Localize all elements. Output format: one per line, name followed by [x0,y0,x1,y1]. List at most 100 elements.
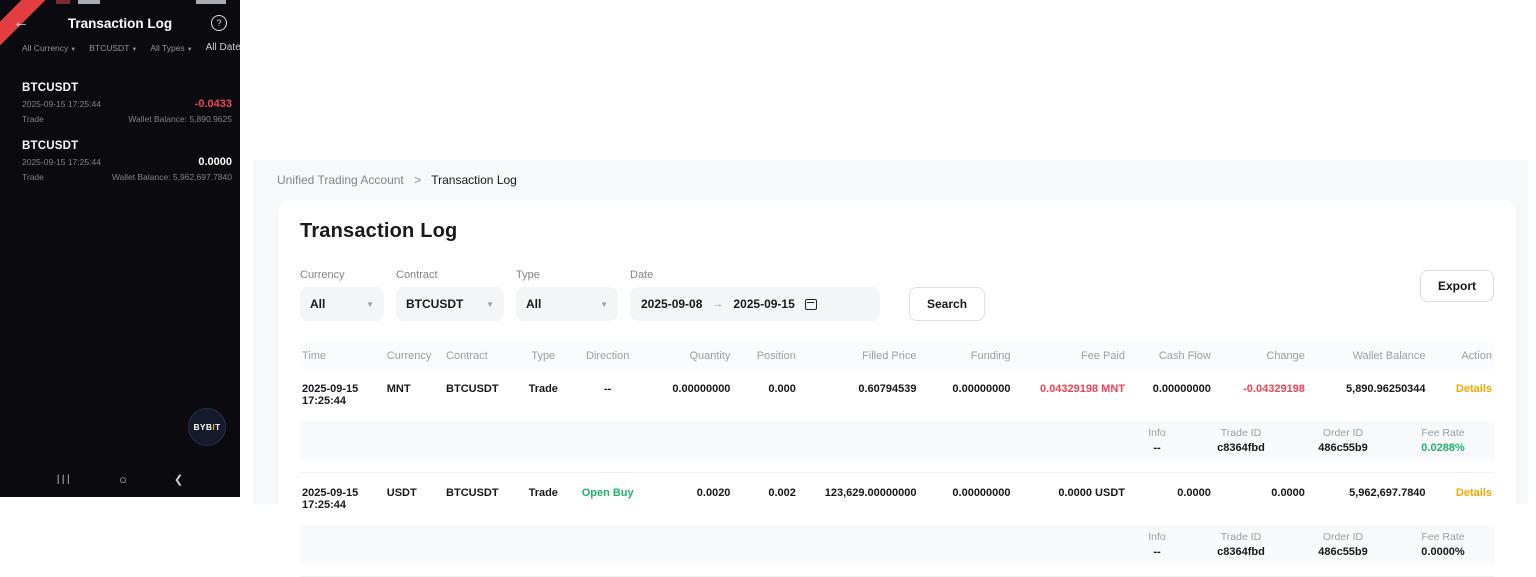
date-end[interactable]: 2025-09-15 [733,297,794,311]
type-filter-group: Type All ▼ [516,269,618,321]
col-direction[interactable]: Direction [570,343,646,369]
cell-contract: BTCUSDT [441,369,517,411]
entry-symbol: BTCUSDT [22,82,232,94]
entry-type: Trade [22,114,44,124]
table-detail-row: Info -- Trade ID c8364fbd Order ID 486c5… [300,515,1494,577]
currency-label: Currency [300,269,384,281]
bybit-floating-badge[interactable]: BYBIT [188,408,226,446]
col-change[interactable]: Change [1216,343,1310,369]
col-currency[interactable]: Currency [382,343,441,369]
table-row: 2025-09-15 17:25:44 MNT BTCUSDT Trade --… [300,369,1494,411]
cell-filled-price: 0.60794539 [801,369,922,411]
cell-funding: 0.00000000 [921,369,1015,411]
col-wallet-balance[interactable]: Wallet Balance [1310,343,1431,369]
contract-filter-group: Contract BTCUSDT ▼ [396,269,504,321]
transaction-table: Time Currency Contract Type Direction Qu… [300,343,1494,577]
filter-all-dates[interactable]: All Dates▼ [206,42,240,53]
filter-all-currency[interactable]: All Currency▼ [22,43,76,53]
detail-trade-id: Trade ID c8364fbd [1190,531,1292,558]
chevron-down-icon: ▼ [70,47,76,53]
col-time[interactable]: Time [300,343,382,369]
type-label: Type [516,269,618,281]
mobile-filter-bar: All Currency▼ BTCUSDT▼ All Types▼ All Da… [0,42,240,53]
col-filled-price[interactable]: Filled Price [801,343,922,369]
page-title: Transaction Log [300,220,1494,243]
mobile-transaction-list: BTCUSDT 2025-09-15 17:25:44 -0.0433 Trad… [0,66,240,182]
contract-label: Contract [396,269,504,281]
cell-type: Trade [517,369,570,411]
filter-label: All Dates [206,42,240,53]
cell-change: 0.0000 [1216,473,1310,516]
mobile-page-title: Transaction Log [0,16,240,31]
currency-select[interactable]: All ▼ [300,287,384,321]
filter-all-types[interactable]: All Types▼ [150,43,192,53]
filter-bar: Currency All ▼ Contract BTCUSDT ▼ Type A… [300,269,1494,321]
export-button[interactable]: Export [1420,270,1494,302]
col-type[interactable]: Type [517,343,570,369]
cell-quantity: 0.00000000 [645,369,735,411]
type-select[interactable]: All ▼ [516,287,618,321]
calendar-icon[interactable] [805,299,817,310]
date-filter-group: Date 2025-09-08 → 2025-09-15 [630,269,880,321]
detail-box: Info -- Trade ID c8364fbd Order ID 486c5… [300,421,1494,460]
cell-wallet-balance: 5,962,697.7840 [1310,473,1431,516]
chevron-down-icon: ▼ [486,300,494,309]
entry-time: 2025-09-15 17:25:44 [22,157,101,167]
cell-fee-paid: 0.0000 USDT [1016,473,1130,516]
badge-text: T [215,422,221,432]
filter-label: All Types [150,43,184,53]
date-range-input[interactable]: 2025-09-08 → 2025-09-15 [630,287,880,321]
table-detail-row: Info -- Trade ID c8364fbd Order ID 486c5… [300,411,1494,473]
filter-label: All Currency [22,43,68,53]
col-cash-flow[interactable]: Cash Flow [1130,343,1216,369]
entry-time: 2025-09-15 17:25:44 [22,99,101,109]
help-icon[interactable]: ? [211,15,227,31]
filter-btcusdt[interactable]: BTCUSDT▼ [89,43,137,53]
contract-select[interactable]: BTCUSDT ▼ [396,287,504,321]
chevron-down-icon: ▼ [600,300,608,309]
range-arrow-icon: → [712,298,723,310]
home-icon[interactable]: ○ [119,472,127,487]
col-action[interactable]: Action [1431,343,1494,369]
date-start[interactable]: 2025-09-08 [641,297,702,311]
recents-icon[interactable]: ||| [57,474,72,485]
details-link[interactable]: Details [1456,487,1492,499]
statusbar-fragment [56,0,70,4]
list-item[interactable]: BTCUSDT 2025-09-15 17:25:44 -0.0433 Trad… [22,82,232,124]
col-funding[interactable]: Funding [921,343,1015,369]
currency-value: All [310,297,325,311]
entry-type: Trade [22,172,44,182]
entry-change: -0.0433 [195,98,232,110]
cell-position: 0.002 [735,473,800,516]
cell-funding: 0.00000000 [921,473,1015,516]
col-position[interactable]: Position [735,343,800,369]
col-quantity[interactable]: Quantity [645,343,735,369]
mobile-app-panel: Transaction Log ← ? All Currency▼ BTCUSD… [0,0,240,497]
cell-direction: -- [570,369,646,411]
mobile-header: Transaction Log ← ? [0,8,240,38]
detail-trade-id: Trade ID c8364fbd [1190,427,1292,454]
cell-filled-price: 123,629.00000000 [801,473,922,516]
cell-currency: USDT [382,473,441,516]
statusbar-fragment [78,0,100,4]
cell-position: 0.000 [735,369,800,411]
cell-time: 2025-09-15 17:25:44 [300,473,382,516]
entry-wallet-balance: Wallet Balance: 5,890.9625 [128,114,232,124]
cell-time: 2025-09-15 17:25:44 [300,369,382,411]
cell-type: Trade [517,473,570,516]
cell-fee-paid: 0.04329198 MNT [1016,369,1130,411]
nav-back-icon[interactable]: ❮ [174,473,183,486]
col-contract[interactable]: Contract [441,343,517,369]
contract-value: BTCUSDT [406,297,463,311]
badge-text: BYB [193,422,212,432]
breadcrumb-parent[interactable]: Unified Trading Account [277,173,404,187]
statusbar-fragment [196,0,226,4]
search-button[interactable]: Search [909,287,985,321]
table-row: 2025-09-15 17:25:44 USDT BTCUSDT Trade O… [300,473,1494,516]
breadcrumb-separator: > [414,173,421,187]
table-header-row: Time Currency Contract Type Direction Qu… [300,343,1494,369]
col-fee-paid[interactable]: Fee Paid [1016,343,1130,369]
list-item[interactable]: BTCUSDT 2025-09-15 17:25:44 0.0000 Trade… [22,140,232,182]
details-link[interactable]: Details [1456,383,1492,395]
currency-filter-group: Currency All ▼ [300,269,384,321]
